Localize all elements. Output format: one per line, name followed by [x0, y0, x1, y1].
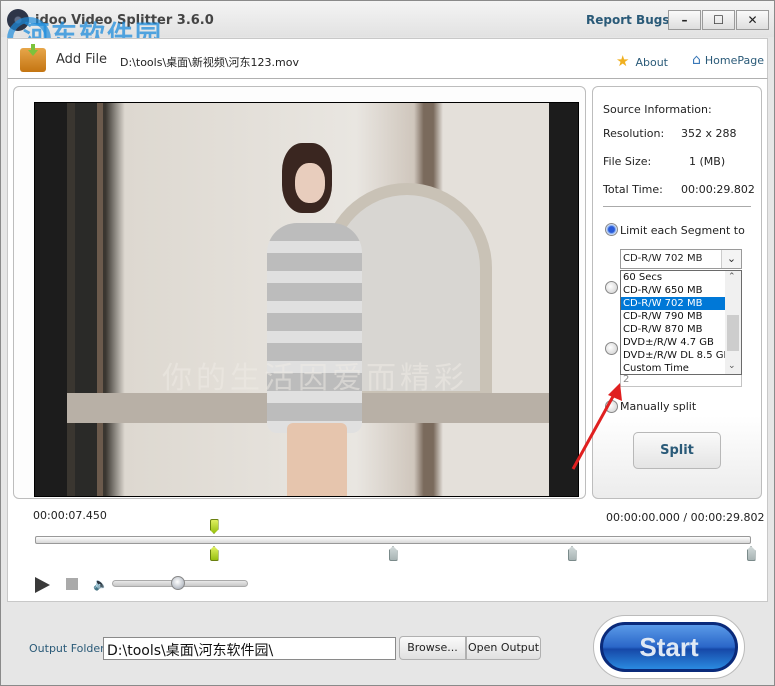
- segment-marker[interactable]: [209, 546, 219, 561]
- open-output-button[interactable]: Open Output: [466, 636, 541, 660]
- dropdown-option[interactable]: 60 Secs: [621, 271, 726, 284]
- app-title: idoo Video Splitter 3.6.0: [35, 13, 214, 28]
- minimize-button[interactable]: –: [668, 10, 701, 30]
- resolution-label: Resolution:: [603, 127, 665, 140]
- volume-knob[interactable]: [171, 576, 186, 590]
- segment-marker[interactable]: [388, 546, 398, 561]
- browse-button[interactable]: Browse...: [399, 636, 466, 660]
- output-folder-label: Output Folder:: [29, 642, 109, 655]
- timeline-track[interactable]: [35, 536, 751, 544]
- dropdown-option[interactable]: CD-R/W 702 MB: [621, 297, 726, 310]
- segment-size-value: CD-R/W 702 MB: [623, 253, 703, 264]
- film-reel-icon: [7, 9, 29, 31]
- about-label: About: [635, 56, 668, 69]
- total-time-label: Total Time:: [603, 183, 663, 196]
- scroll-down-icon[interactable]: ⌄: [728, 361, 736, 371]
- about-link[interactable]: ★ About: [616, 52, 668, 70]
- video-panel: 你的生活因爱而精彩: [13, 86, 586, 499]
- volume-icon[interactable]: 🔈: [93, 577, 108, 591]
- homepage-label: HomePage: [704, 54, 765, 67]
- maximize-button[interactable]: ☐: [702, 10, 735, 30]
- app-window: idoo Video Splitter 3.6.0 河东软件园 Report B…: [0, 0, 775, 686]
- title-bar: idoo Video Splitter 3.6.0 河东软件园 Report B…: [1, 1, 774, 61]
- scrollbar-thumb[interactable]: [727, 315, 739, 351]
- time-range: 00:00:00.000 / 00:00:29.802: [606, 511, 765, 524]
- dropdown-option[interactable]: CD-R/W 870 MB: [621, 323, 726, 336]
- resolution-value: 352 x 288: [681, 127, 737, 140]
- toolbar: Add File D:\tools\桌面\新视频\河东123.mov ★ Abou…: [7, 38, 768, 78]
- divider: [603, 206, 751, 207]
- start-button-ring: Start: [593, 615, 745, 679]
- start-button[interactable]: Start: [600, 622, 738, 672]
- manual-split-label: Manually split: [620, 400, 697, 413]
- scene-window: [75, 103, 103, 496]
- limit-segment-label: Limit each Segment to: [620, 224, 745, 237]
- close-button[interactable]: ✕: [736, 10, 769, 30]
- file-size-label: File Size:: [603, 155, 652, 168]
- segment-count-value: 2: [623, 374, 630, 385]
- stop-icon[interactable]: [66, 578, 78, 590]
- main-panel: 你的生活因爱而精彩 Source Information: Resolution…: [7, 78, 768, 602]
- source-file-path: D:\tools\桌面\新视频\河东123.mov: [120, 56, 300, 69]
- video-preview[interactable]: 你的生活因爱而精彩: [34, 102, 579, 497]
- segment-marker[interactable]: [567, 546, 577, 561]
- limit-segment-radio[interactable]: [605, 223, 618, 236]
- segment-size-dropdown[interactable]: 60 Secs CD-R/W 650 MB CD-R/W 702 MB CD-R/W …: [620, 270, 742, 375]
- scene-person: [257, 123, 367, 496]
- source-info-title: Source Information:: [603, 103, 712, 116]
- dropdown-option[interactable]: DVD±/R/W DL 8.5 GB: [621, 349, 730, 362]
- current-time: 00:00:07.450: [33, 509, 107, 522]
- play-icon[interactable]: [35, 577, 50, 593]
- dropdown-option[interactable]: Custom Time: [621, 362, 726, 375]
- dropdown-option[interactable]: CD-R/W 790 MB: [621, 310, 726, 323]
- house-icon: ⌂: [692, 52, 701, 68]
- source-info-panel: Source Information: Resolution: 352 x 28…: [592, 86, 762, 499]
- manual-split-radio[interactable]: [605, 400, 618, 413]
- homepage-link[interactable]: ⌂ HomePage: [692, 52, 764, 68]
- dropdown-scrollbar[interactable]: ⌃ ⌄: [725, 271, 741, 374]
- report-bugs-link[interactable]: Report Bugs: [586, 13, 669, 27]
- scroll-up-icon[interactable]: ⌃: [728, 272, 736, 282]
- segment-size-combo[interactable]: CD-R/W 702 MB ⌄: [620, 249, 742, 269]
- split-option-radio-2[interactable]: [605, 281, 618, 294]
- video-subtitle: 你的生活因爱而精彩: [162, 361, 468, 396]
- video-frame: 你的生活因爱而精彩: [67, 103, 549, 496]
- volume-slider[interactable]: [112, 576, 248, 590]
- medal-star-icon: ★: [616, 52, 630, 70]
- segment-marker[interactable]: [746, 546, 756, 561]
- total-time-value: 00:00:29.802: [681, 183, 755, 196]
- dropdown-option[interactable]: CD-R/W 650 MB: [621, 284, 726, 297]
- playhead-marker[interactable]: [209, 519, 219, 534]
- split-button[interactable]: Split: [633, 432, 721, 469]
- file-size-value: 1 (MB): [689, 155, 726, 168]
- chevron-down-icon[interactable]: ⌄: [721, 250, 741, 268]
- segment-count-spinner[interactable]: 2: [620, 373, 742, 387]
- dropdown-option[interactable]: DVD±/R/W 4.7 GB: [621, 336, 726, 349]
- add-file-icon[interactable]: [20, 48, 46, 72]
- output-folder-input[interactable]: D:\tools\桌面\河东软件园\: [103, 637, 396, 660]
- add-file-button[interactable]: Add File: [56, 52, 107, 67]
- split-option-radio-3[interactable]: [605, 342, 618, 355]
